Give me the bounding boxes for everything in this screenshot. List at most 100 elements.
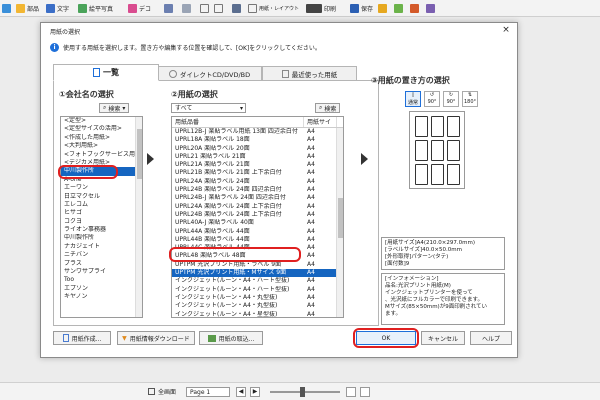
table-row[interactable]: インクジェット(ルーン・A4・星型抜) A4 bbox=[172, 311, 343, 317]
tab-recent-paper[interactable]: 最近使った用紙 bbox=[262, 66, 357, 81]
scroll-thumb[interactable] bbox=[338, 198, 343, 238]
paper-table[interactable]: 用紙品番 用紙サイ UPRL12B-J 楽貼ラベル用紙 13面 四辺余白付 A4 U… bbox=[171, 116, 344, 318]
company-list-item[interactable]: エーワン bbox=[61, 184, 142, 192]
table-row[interactable]: インクジェット(ルーン・A4・ハート型抜) A4 bbox=[172, 277, 343, 285]
paper-size-cell: A4 bbox=[307, 161, 315, 169]
company-listbox[interactable]: <定型> <定型サイズの活用> <作成した用紙> <大判用紙> <フォトブックサービス用… bbox=[60, 116, 143, 318]
toolbar-share-icon[interactable] bbox=[394, 3, 403, 14]
zoom-slider-handle[interactable] bbox=[300, 387, 305, 397]
toolbar-settings-icon[interactable] bbox=[426, 3, 435, 14]
company-list-item[interactable]: ニチバン bbox=[61, 251, 142, 259]
table-row[interactable]: UPRL20A 楽貼ラベル 20面 A4 bbox=[172, 145, 343, 153]
toolbar-calendar-icon[interactable] bbox=[214, 3, 223, 14]
company-list-item[interactable]: エレコム bbox=[61, 201, 142, 209]
toolbar-save-button[interactable]: 保存 bbox=[350, 3, 373, 14]
paper-filter-dropdown[interactable]: すべて ▾ bbox=[171, 103, 246, 113]
tab-direct-cd[interactable]: ダイレクトCD/DVD/BD bbox=[157, 66, 262, 81]
toolbar-frame-icon[interactable] bbox=[200, 3, 209, 14]
next-page-button[interactable]: ▶ bbox=[250, 387, 260, 397]
orientation-normal-button[interactable]: ▯ 通常 bbox=[405, 91, 421, 107]
table-row[interactable]: UPRL24B-J 楽貼ラベル 24面 四辺余白付 A4 bbox=[172, 194, 343, 202]
table-row[interactable]: インクジェット(ルーン・A4・丸型抜) A4 bbox=[172, 302, 343, 310]
print-icon bbox=[306, 4, 322, 13]
table-row[interactable]: UPRL18A 楽貼ラベル 18面 A4 bbox=[172, 136, 343, 144]
company-list-item[interactable]: ライオン事務器 bbox=[61, 226, 142, 234]
table-row[interactable]: インクジェット(ルーン・A4・丸型抜) A4 bbox=[172, 294, 343, 302]
zoom-slider-track[interactable] bbox=[270, 391, 340, 393]
list-tab-icon bbox=[93, 68, 100, 77]
company-list-item[interactable]: <定型サイズの活用> bbox=[61, 125, 142, 133]
company-list-item[interactable]: <定型> bbox=[61, 117, 142, 125]
paper-name-cell: UPRL24B 楽貼ラベル 24面 四辺余白付 bbox=[175, 186, 282, 194]
toolbar-home-icon[interactable] bbox=[2, 3, 11, 14]
toolbar-paper-layout-button[interactable]: 用紙・レイアウト bbox=[248, 3, 299, 14]
close-icon[interactable]: × bbox=[501, 25, 511, 35]
company-scrollbar[interactable] bbox=[135, 117, 142, 317]
scroll-thumb[interactable] bbox=[137, 129, 142, 179]
table-row[interactable]: UPRL24B 楽貼ラベル 24面 上下余白付 A4 bbox=[172, 211, 343, 219]
company-list-item[interactable]: コクヨ bbox=[61, 218, 142, 226]
create-paper-button[interactable]: 用紙作成... bbox=[53, 331, 111, 345]
desc-line: [インフォメーション] bbox=[385, 276, 439, 282]
toolbar-parts-button[interactable]: 部品 bbox=[16, 3, 39, 14]
zoom-fit-icon[interactable] bbox=[346, 387, 356, 397]
toolbar-grid-icon[interactable] bbox=[164, 3, 173, 14]
table-row[interactable]: UPRL44B 楽貼ラベル 44面 A4 bbox=[172, 236, 343, 244]
company-list-item[interactable]: 日立マクセル bbox=[61, 193, 142, 201]
orientation-rotate-right-button[interactable]: ↻ 90° bbox=[443, 91, 459, 107]
download-paper-info-button[interactable]: ▼ 用紙情報ダウンロード bbox=[117, 331, 195, 345]
toolbar-shape-icon[interactable] bbox=[232, 3, 241, 14]
company-list-item[interactable]: <フォトブックサービス用> bbox=[61, 151, 142, 159]
table-row[interactable]: UPRL24A 楽貼ラベル 24面 A4 bbox=[172, 178, 343, 186]
paper-rows: UPRL12B-J 楽貼ラベル用紙 13面 四辺余白付 A4 UPRL18A 楽貼ラ… bbox=[172, 128, 343, 317]
table-row[interactable]: UPRL21A 楽貼ラベル 21面 A4 bbox=[172, 161, 343, 169]
company-list-item[interactable]: <作成した用紙> bbox=[61, 134, 142, 142]
table-row[interactable]: UPRL44A 楽貼ラベル 44面 A4 bbox=[172, 228, 343, 236]
toolbar-export-icon[interactable] bbox=[410, 3, 419, 14]
column-header-size[interactable]: 用紙サイ bbox=[304, 117, 337, 127]
table-row[interactable]: UPRL40A-J 楽貼ラベル 40面 A4 bbox=[172, 219, 343, 227]
table-row[interactable]: UPRL21 楽貼ラベル 21面 A4 bbox=[172, 153, 343, 161]
table-row[interactable]: UPRL12B-J 楽貼ラベル用紙 13面 四辺余白付 A4 bbox=[172, 128, 343, 136]
rotate-right-icon: ↻ bbox=[448, 92, 454, 98]
paper-name-cell: UPRL21 楽貼ラベル 21面 bbox=[175, 152, 246, 160]
paper-search-button[interactable]: ⌕ 検索 bbox=[315, 103, 341, 113]
help-button[interactable]: ヘルプ bbox=[470, 331, 512, 345]
company-list-item[interactable]: キヤノン bbox=[61, 293, 142, 301]
toolbar-text-button[interactable]: 文字 bbox=[46, 3, 69, 14]
toolbar-print-button[interactable]: 印刷 bbox=[306, 3, 336, 14]
company-list-item[interactable]: Too bbox=[61, 276, 142, 284]
toolbar-deco-button[interactable]: デコ bbox=[128, 3, 151, 14]
tab-list[interactable]: 一覧 bbox=[53, 64, 159, 81]
orientation-rotate-left-button[interactable]: ↺ 90° bbox=[424, 91, 440, 107]
prev-page-button[interactable]: ◀ bbox=[236, 387, 246, 397]
table-row[interactable]: UPRL24A 楽貼ラベル 24面 上下余白付 A4 bbox=[172, 203, 343, 211]
cancel-button[interactable]: キャンセル bbox=[421, 331, 465, 345]
company-list-item[interactable]: ナカジェイト bbox=[61, 243, 142, 251]
table-row[interactable]: UPRL21B 楽貼ラベル 21面 上下余白付 A4 bbox=[172, 169, 343, 177]
table-row[interactable]: UPRL24B 楽貼ラベル 24面 四辺余白付 A4 bbox=[172, 186, 343, 194]
table-row[interactable]: UPTPM 光沢プリント用紙・Mサイズ 9面 A4 bbox=[172, 269, 343, 278]
toolbar-folder-icon[interactable] bbox=[378, 3, 387, 14]
spec-line: [外形取得]パターン(タテ) bbox=[385, 254, 449, 260]
company-list-item[interactable]: サンワサプライ bbox=[61, 268, 142, 276]
company-list-item[interactable]: <大判用紙> bbox=[61, 142, 142, 150]
company-list-item[interactable]: エプソン bbox=[61, 285, 142, 293]
page-indicator[interactable]: Page 1 bbox=[186, 387, 230, 397]
company-list-item[interactable]: 中川製作所 bbox=[61, 234, 142, 242]
paper-scrollbar[interactable] bbox=[336, 128, 343, 317]
paper-size-cell: A4 bbox=[307, 285, 315, 293]
company-search-button[interactable]: ⌕ 検索 ▾ bbox=[99, 103, 130, 113]
toolbar-photo-button[interactable]: 絵平写真 bbox=[78, 3, 113, 14]
table-row[interactable]: インクジェット(ルーン・A4・ハート型抜) A4 bbox=[172, 286, 343, 294]
import-paper-button[interactable]: 用紙の取込... bbox=[199, 331, 263, 345]
recent-icon bbox=[281, 70, 289, 78]
zoom-page-icon[interactable] bbox=[360, 387, 370, 397]
column-header-name[interactable]: 用紙品番 bbox=[172, 117, 304, 127]
paper-size-cell: A4 bbox=[307, 136, 315, 144]
company-list-item[interactable]: ヒサゴ bbox=[61, 209, 142, 217]
company-list-item[interactable]: プラス bbox=[61, 260, 142, 268]
view-mode-button[interactable]: 全画面 bbox=[148, 387, 176, 396]
toolbar-layer-icon[interactable] bbox=[182, 3, 191, 14]
orientation-180-button[interactable]: ⇅ 180° bbox=[462, 91, 478, 107]
